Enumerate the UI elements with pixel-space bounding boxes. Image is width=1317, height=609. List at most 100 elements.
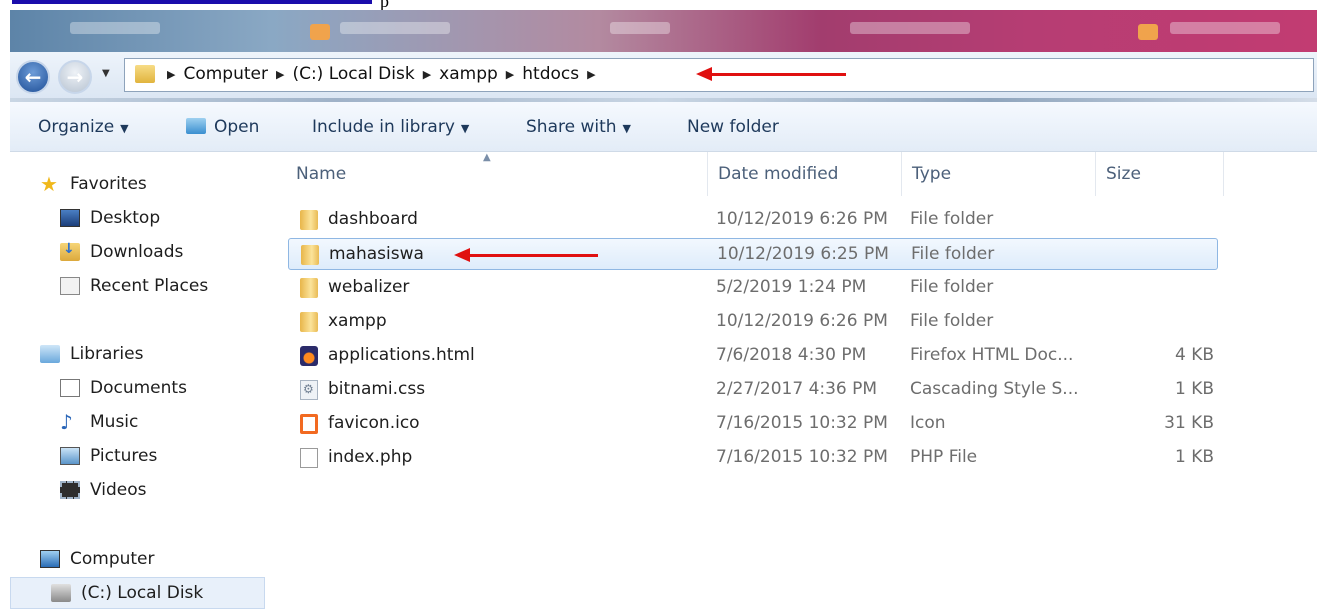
file-type: Firefox HTML Doc... [910, 345, 1074, 365]
file-date: 5/2/2019 1:24 PM [716, 277, 867, 297]
chevron-down-icon: ▼ [622, 122, 631, 135]
column-header-type[interactable]: Type [902, 152, 1096, 196]
ico-file-icon [300, 414, 318, 434]
file-name: bitnami.css [328, 379, 426, 399]
open-button[interactable]: Open [186, 117, 259, 137]
file-type: File folder [911, 244, 995, 264]
breadcrumb-separator-icon[interactable]: ▶ [423, 68, 431, 81]
file-date: 10/12/2019 6:25 PM [717, 244, 889, 264]
file-name: favicon.ico [328, 413, 420, 433]
nav-music[interactable]: ♪ Music [60, 406, 315, 438]
share-with-button[interactable]: Share with ▼ [526, 117, 631, 137]
breadcrumb-separator-icon[interactable]: ▶ [276, 68, 284, 81]
breadcrumb-item[interactable]: ▶ Computer [165, 64, 274, 84]
breadcrumb-item[interactable]: ▶ xampp [421, 64, 504, 84]
nav-libraries[interactable]: Libraries [40, 338, 295, 370]
folder-icon [301, 245, 319, 265]
libraries-icon [40, 345, 60, 363]
file-row-webalizer[interactable]: webalizer 5/2/2019 1:24 PM File folder [288, 272, 1218, 304]
command-toolbar: Organize ▼ Open Include in library ▼ Share… [10, 102, 1317, 152]
breadcrumb-separator-icon[interactable]: ▶ [506, 68, 514, 81]
file-row-xampp[interactable]: xampp 10/12/2019 6:26 PM File folder [288, 306, 1218, 338]
column-header-name[interactable]: Name [286, 152, 708, 196]
nav-desktop[interactable]: Desktop [60, 202, 315, 234]
column-header-date-modified[interactable]: Date modified [708, 152, 902, 196]
file-name: dashboard [328, 209, 418, 229]
hyperlink-underline[interactable] [12, 0, 372, 4]
nav-videos[interactable]: Videos [60, 474, 315, 506]
file-row-favicon-ico[interactable]: favicon.ico 7/16/2015 10:32 PM Icon 31 K… [288, 408, 1218, 440]
file-row-dashboard[interactable]: dashboard 10/12/2019 6:26 PM File folder [288, 204, 1218, 236]
column-header-size[interactable]: Size [1096, 152, 1224, 196]
desktop-icon [60, 209, 80, 227]
nav-pictures[interactable]: Pictures [60, 440, 315, 472]
nav-local-disk[interactable]: (C:) Local Disk [10, 577, 265, 609]
file-row-applications-html[interactable]: applications.html 7/6/2018 4:30 PM Firef… [288, 340, 1218, 372]
file-type: File folder [910, 277, 994, 297]
nav-recent-places[interactable]: Recent Places [60, 270, 315, 302]
breadcrumb: ▶ Computer ▶ (C:) Local Disk ▶ xampp ▶ h… [165, 64, 604, 84]
file-date: 7/6/2018 4:30 PM [716, 345, 867, 365]
file-size: 31 KB [1164, 413, 1214, 433]
file-row-bitnami-css[interactable]: bitnami.css 2/27/2017 4:36 PM Cascading … [288, 374, 1218, 406]
computer-icon [40, 550, 60, 568]
file-name: mahasiswa [329, 244, 424, 264]
nav-documents[interactable]: Documents [60, 372, 315, 404]
breadcrumb-item[interactable]: ▶ (C:) Local Disk [274, 64, 421, 84]
file-date: 2/27/2017 4:36 PM [716, 379, 878, 399]
nav-downloads[interactable]: Downloads [60, 236, 315, 268]
file-type: File folder [910, 209, 994, 229]
star-icon: ★ [40, 172, 58, 196]
documents-icon [60, 379, 80, 397]
videos-icon [60, 481, 80, 499]
firefox-html-icon [300, 346, 318, 366]
file-size: 1 KB [1174, 447, 1214, 467]
file-name: webalizer [328, 277, 410, 297]
new-folder-button[interactable]: New folder [687, 117, 779, 137]
annotation-arrow [454, 248, 598, 262]
file-type: PHP File [910, 447, 978, 467]
file-name: applications.html [328, 345, 475, 365]
folder-icon [300, 312, 318, 332]
forward-button[interactable]: → [58, 60, 92, 94]
sort-ascending-icon: ▲ [483, 152, 491, 163]
local-disk-icon [51, 584, 71, 602]
file-date: 10/12/2019 6:26 PM [716, 311, 888, 331]
file-type: File folder [910, 311, 994, 331]
css-file-icon [300, 380, 318, 400]
file-date: 7/16/2015 10:32 PM [716, 447, 888, 467]
file-name: xampp [328, 311, 387, 331]
forward-arrow-icon: → [66, 65, 84, 89]
music-icon: ♪ [60, 410, 73, 434]
address-row: ← → ▼ ▶ Computer ▶ (C:) Local Disk ▶ xam… [10, 52, 1317, 100]
pictures-icon [60, 447, 80, 465]
file-row-mahasiswa[interactable]: mahasiswa 10/12/2019 6:25 PM File folder [288, 238, 1218, 270]
breadcrumb-separator-icon[interactable]: ▶ [167, 68, 175, 81]
chevron-down-icon: ▼ [120, 122, 129, 135]
recent-pages-chevron-icon[interactable]: ▼ [102, 68, 110, 79]
organize-button[interactable]: Organize ▼ [38, 117, 129, 137]
folder-icon [135, 65, 155, 83]
file-list: Name ▲ Date modified Type Size dashboard… [278, 152, 1317, 603]
breadcrumb-separator-icon[interactable]: ▶ [587, 68, 595, 81]
navigation-pane: ★ Favorites Desktop Downloads Recent Pla… [10, 152, 265, 609]
file-row-index-php[interactable]: index.php 7/16/2015 10:32 PM PHP File 1 … [288, 442, 1218, 474]
breadcrumb-item[interactable]: ▶ [585, 68, 603, 81]
nav-favorites[interactable]: ★ Favorites [40, 168, 295, 200]
folder-icon [300, 210, 318, 230]
include-in-library-button[interactable]: Include in library ▼ [312, 117, 469, 137]
downloads-icon [60, 241, 80, 261]
back-button[interactable]: ← [16, 60, 50, 94]
breadcrumb-item[interactable]: ▶ htdocs [504, 64, 585, 84]
file-type: Cascading Style S... [910, 379, 1079, 399]
nav-computer[interactable]: Computer [40, 543, 295, 575]
recent-places-icon [60, 277, 80, 295]
file-size: 1 KB [1174, 379, 1214, 399]
folder-icon [300, 278, 318, 298]
chevron-down-icon: ▼ [460, 122, 470, 135]
open-folder-icon [186, 118, 206, 134]
annotation-arrow [696, 67, 846, 81]
back-arrow-icon: ← [24, 65, 42, 89]
file-date: 10/12/2019 6:26 PM [716, 209, 888, 229]
blank-file-icon [300, 448, 318, 468]
